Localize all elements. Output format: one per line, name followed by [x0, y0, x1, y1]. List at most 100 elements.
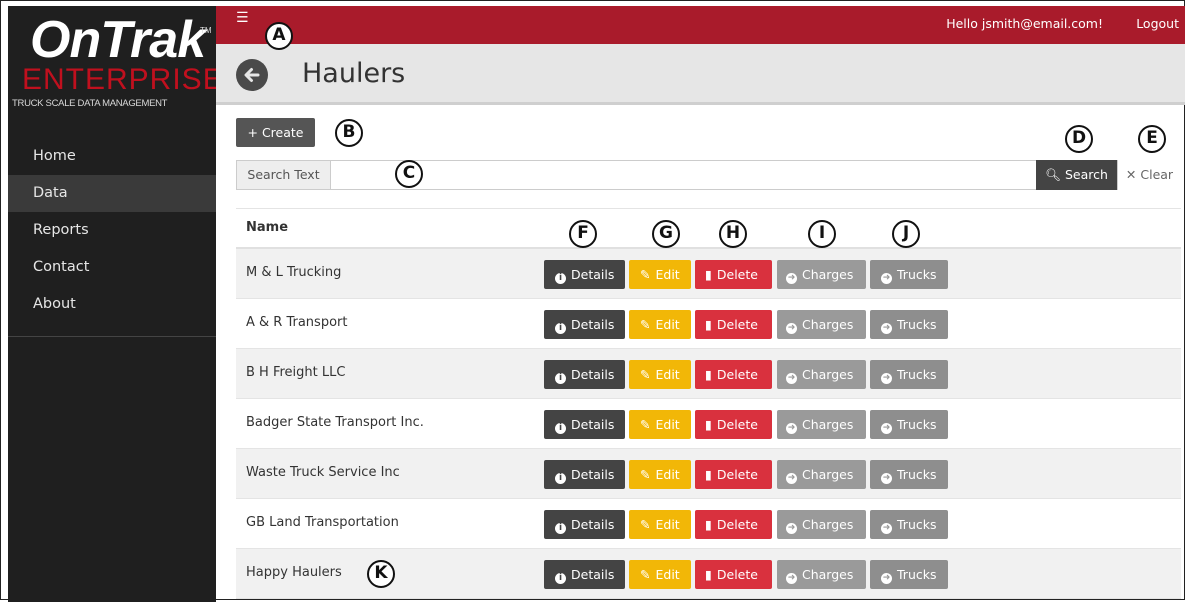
sidebar-item-data[interactable]: Data: [8, 175, 216, 212]
edit-button[interactable]: ✎ Edit: [629, 260, 691, 289]
hauler-name: B H Freight LLC: [246, 365, 346, 380]
trash-icon: ▮: [705, 417, 712, 432]
logo-tagline: TRUCK SCALE DATA MANAGEMENT: [12, 98, 168, 109]
details-button[interactable]: i Details: [544, 310, 625, 339]
trucks-button[interactable]: ➜ Trucks: [870, 410, 948, 439]
brand-logo[interactable]: OnTrak TM ENTERPRISE TRUCK SCALE DATA MA…: [8, 6, 223, 118]
hauler-name: M & L Trucking: [246, 265, 342, 280]
edit-button[interactable]: ✎ Edit: [629, 460, 691, 489]
trucks-label: Trucks: [897, 517, 937, 532]
details-label: Details: [571, 567, 615, 582]
search-bar: Search Text 🔍︎ Search ✕ Clear: [236, 160, 1181, 190]
callout-b: B: [335, 119, 363, 147]
search-button[interactable]: 🔍︎ Search: [1036, 160, 1117, 190]
charges-button[interactable]: ➜ Charges: [777, 510, 866, 539]
delete-button[interactable]: ▮ Delete: [695, 460, 772, 489]
create-button[interactable]: + Create: [236, 118, 315, 147]
delete-label: Delete: [716, 267, 758, 282]
trucks-label: Trucks: [897, 267, 937, 282]
info-icon: i: [555, 523, 566, 534]
charges-button[interactable]: ➜ Charges: [777, 560, 866, 589]
back-button[interactable]: [236, 59, 268, 91]
logo-trademark: TM: [200, 26, 212, 35]
edit-button[interactable]: ✎ Edit: [629, 410, 691, 439]
edit-label: Edit: [655, 517, 680, 532]
trucks-button[interactable]: ➜ Trucks: [870, 260, 948, 289]
hamburger-icon[interactable]: ☰: [236, 10, 249, 26]
details-button[interactable]: i Details: [544, 510, 625, 539]
info-icon: i: [555, 273, 566, 284]
search-input[interactable]: [331, 161, 1035, 189]
callout-c: C: [395, 160, 423, 188]
close-icon: ✕: [1125, 167, 1137, 182]
details-button[interactable]: i Details: [544, 410, 625, 439]
hauler-name: GB Land Transportation: [246, 515, 399, 530]
callout-j: J: [892, 220, 920, 248]
table-row: Waste Truck Service Inc i Details ✎ Edit ▮ Del…: [236, 449, 1181, 499]
delete-button[interactable]: ▮ Delete: [695, 310, 772, 339]
charges-button[interactable]: ➜ Charges: [777, 310, 866, 339]
edit-button[interactable]: ✎ Edit: [629, 510, 691, 539]
sidebar-item-home[interactable]: Home: [8, 138, 216, 175]
info-icon: i: [555, 473, 566, 484]
charges-button[interactable]: ➜ Charges: [777, 260, 866, 289]
arrow-right-circle-icon: ➜: [786, 273, 797, 284]
charges-button[interactable]: ➜ Charges: [777, 460, 866, 489]
sidebar-item-reports[interactable]: Reports: [8, 212, 216, 249]
arrow-right-circle-icon: ➜: [786, 573, 797, 584]
info-icon: i: [555, 573, 566, 584]
trucks-label: Trucks: [897, 317, 937, 332]
trucks-button[interactable]: ➜ Trucks: [870, 560, 948, 589]
table-header: Name: [236, 208, 1181, 249]
sidebar-nav: Home Data Reports Contact About: [8, 138, 216, 323]
trucks-button[interactable]: ➜ Trucks: [870, 510, 948, 539]
logout-link[interactable]: Logout: [1136, 16, 1179, 31]
details-button[interactable]: i Details: [544, 460, 625, 489]
sidebar-item-about[interactable]: About: [8, 286, 216, 323]
sidebar-divider: [8, 336, 216, 337]
edit-button[interactable]: ✎ Edit: [629, 360, 691, 389]
charges-label: Charges: [802, 367, 854, 382]
trucks-button[interactable]: ➜ Trucks: [870, 460, 948, 489]
clear-button[interactable]: ✕ Clear: [1117, 160, 1181, 190]
arrow-right-circle-icon: ➜: [881, 373, 892, 384]
delete-button[interactable]: ▮ Delete: [695, 260, 772, 289]
arrow-right-circle-icon: ➜: [881, 423, 892, 434]
edit-icon: ✎: [640, 567, 651, 582]
delete-button[interactable]: ▮ Delete: [695, 410, 772, 439]
charges-label: Charges: [802, 317, 854, 332]
arrow-right-circle-icon: ➜: [786, 373, 797, 384]
charges-button[interactable]: ➜ Charges: [777, 360, 866, 389]
charges-label: Charges: [802, 517, 854, 532]
delete-button[interactable]: ▮ Delete: [695, 360, 772, 389]
sidebar-item-contact[interactable]: Contact: [8, 249, 216, 286]
logo-enterprise: ENTERPRISE: [22, 63, 224, 96]
delete-button[interactable]: ▮ Delete: [695, 510, 772, 539]
table-row: Badger State Transport Inc. i Details ✎ Edit…: [236, 399, 1181, 449]
sidebar: OnTrak TM ENTERPRISE TRUCK SCALE DATA MA…: [8, 6, 223, 602]
trash-icon: ▮: [705, 567, 712, 582]
hauler-name: Waste Truck Service Inc: [246, 465, 400, 480]
hauler-name: Badger State Transport Inc.: [246, 415, 424, 430]
table-row: A & R Transport i Details ✎ Edit ▮ Delete ➜ Char…: [236, 299, 1181, 349]
details-button[interactable]: i Details: [544, 360, 625, 389]
delete-label: Delete: [716, 317, 758, 332]
delete-button[interactable]: ▮ Delete: [695, 560, 772, 589]
delete-label: Delete: [716, 467, 758, 482]
logo-ontrak: OnTrak: [30, 11, 206, 69]
details-button[interactable]: i Details: [544, 560, 625, 589]
edit-button[interactable]: ✎ Edit: [629, 310, 691, 339]
edit-label: Edit: [655, 567, 680, 582]
trucks-button[interactable]: ➜ Trucks: [870, 310, 948, 339]
trash-icon: ▮: [705, 267, 712, 282]
edit-label: Edit: [655, 267, 680, 282]
edit-button[interactable]: ✎ Edit: [629, 560, 691, 589]
charges-button[interactable]: ➜ Charges: [777, 410, 866, 439]
trucks-button[interactable]: ➜ Trucks: [870, 360, 948, 389]
info-icon: i: [555, 373, 566, 384]
callout-k: K: [367, 560, 395, 588]
edit-icon: ✎: [640, 517, 651, 532]
trash-icon: ▮: [705, 317, 712, 332]
details-button[interactable]: i Details: [544, 260, 625, 289]
arrow-right-circle-icon: ➜: [786, 523, 797, 534]
